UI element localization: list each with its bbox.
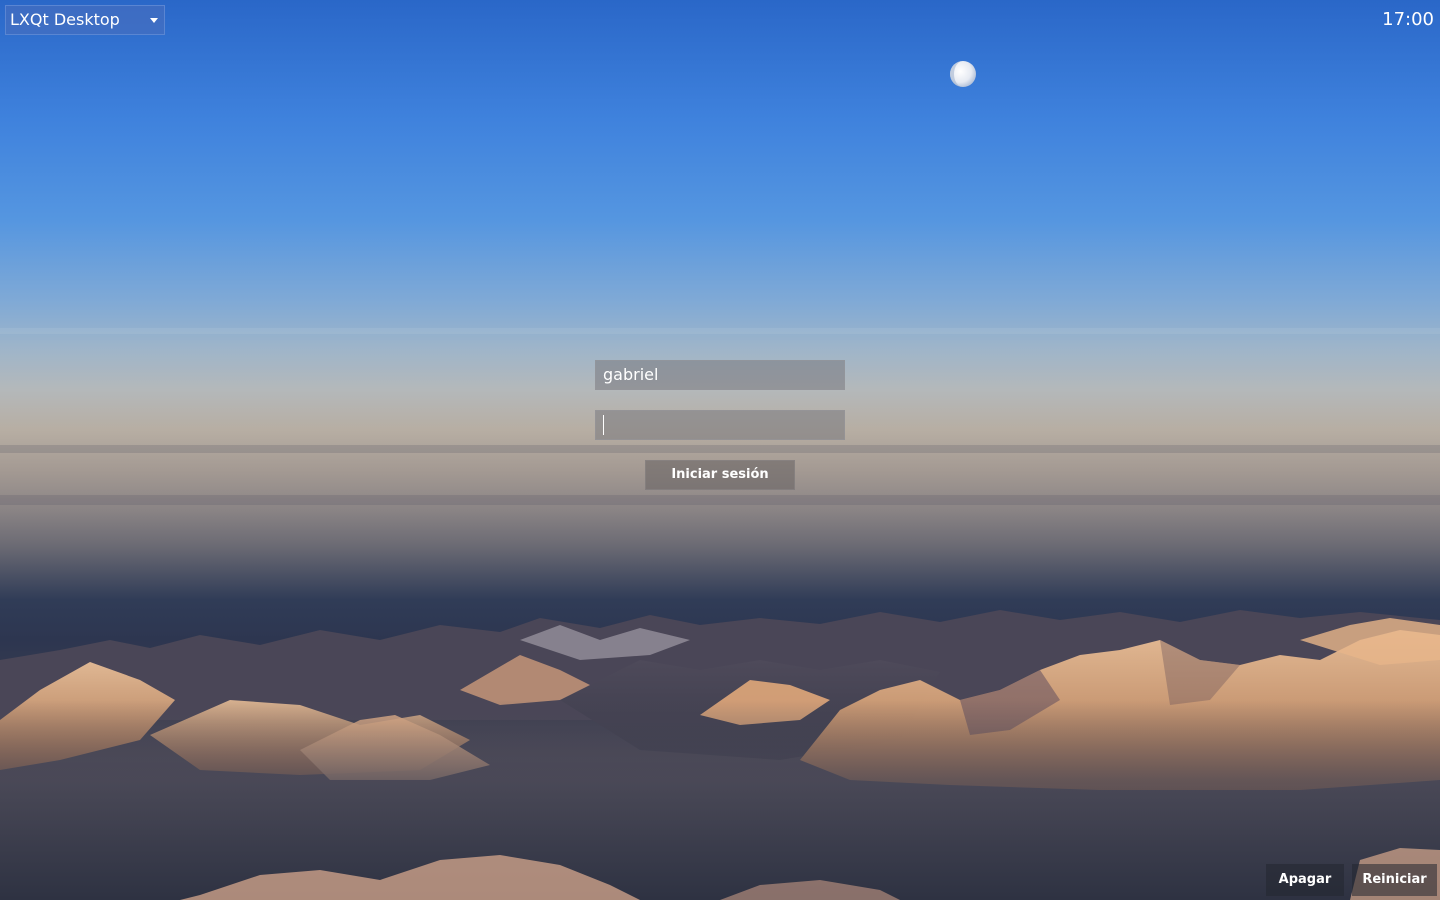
session-selector[interactable]: LXQt Desktop: [5, 5, 165, 35]
login-screen: LXQt Desktop 17:00 gabriel Iniciar sesió…: [0, 0, 1440, 900]
username-field[interactable]: gabriel: [595, 360, 845, 390]
login-button[interactable]: Iniciar sesión: [645, 460, 795, 490]
shutdown-button[interactable]: Apagar: [1266, 864, 1344, 896]
clock: 17:00: [1382, 9, 1434, 30]
haze-streak: [0, 495, 1440, 505]
haze-streak: [0, 445, 1440, 453]
password-field[interactable]: [595, 410, 845, 440]
haze-streak: [0, 328, 1440, 334]
session-selected-label: LXQt Desktop: [10, 10, 120, 29]
reboot-button[interactable]: Reiniciar: [1352, 864, 1437, 896]
text-cursor: [603, 415, 604, 435]
wallpaper: [0, 61, 1440, 900]
cloud-sea: [0, 700, 1440, 900]
caret-down-icon: [150, 18, 158, 23]
